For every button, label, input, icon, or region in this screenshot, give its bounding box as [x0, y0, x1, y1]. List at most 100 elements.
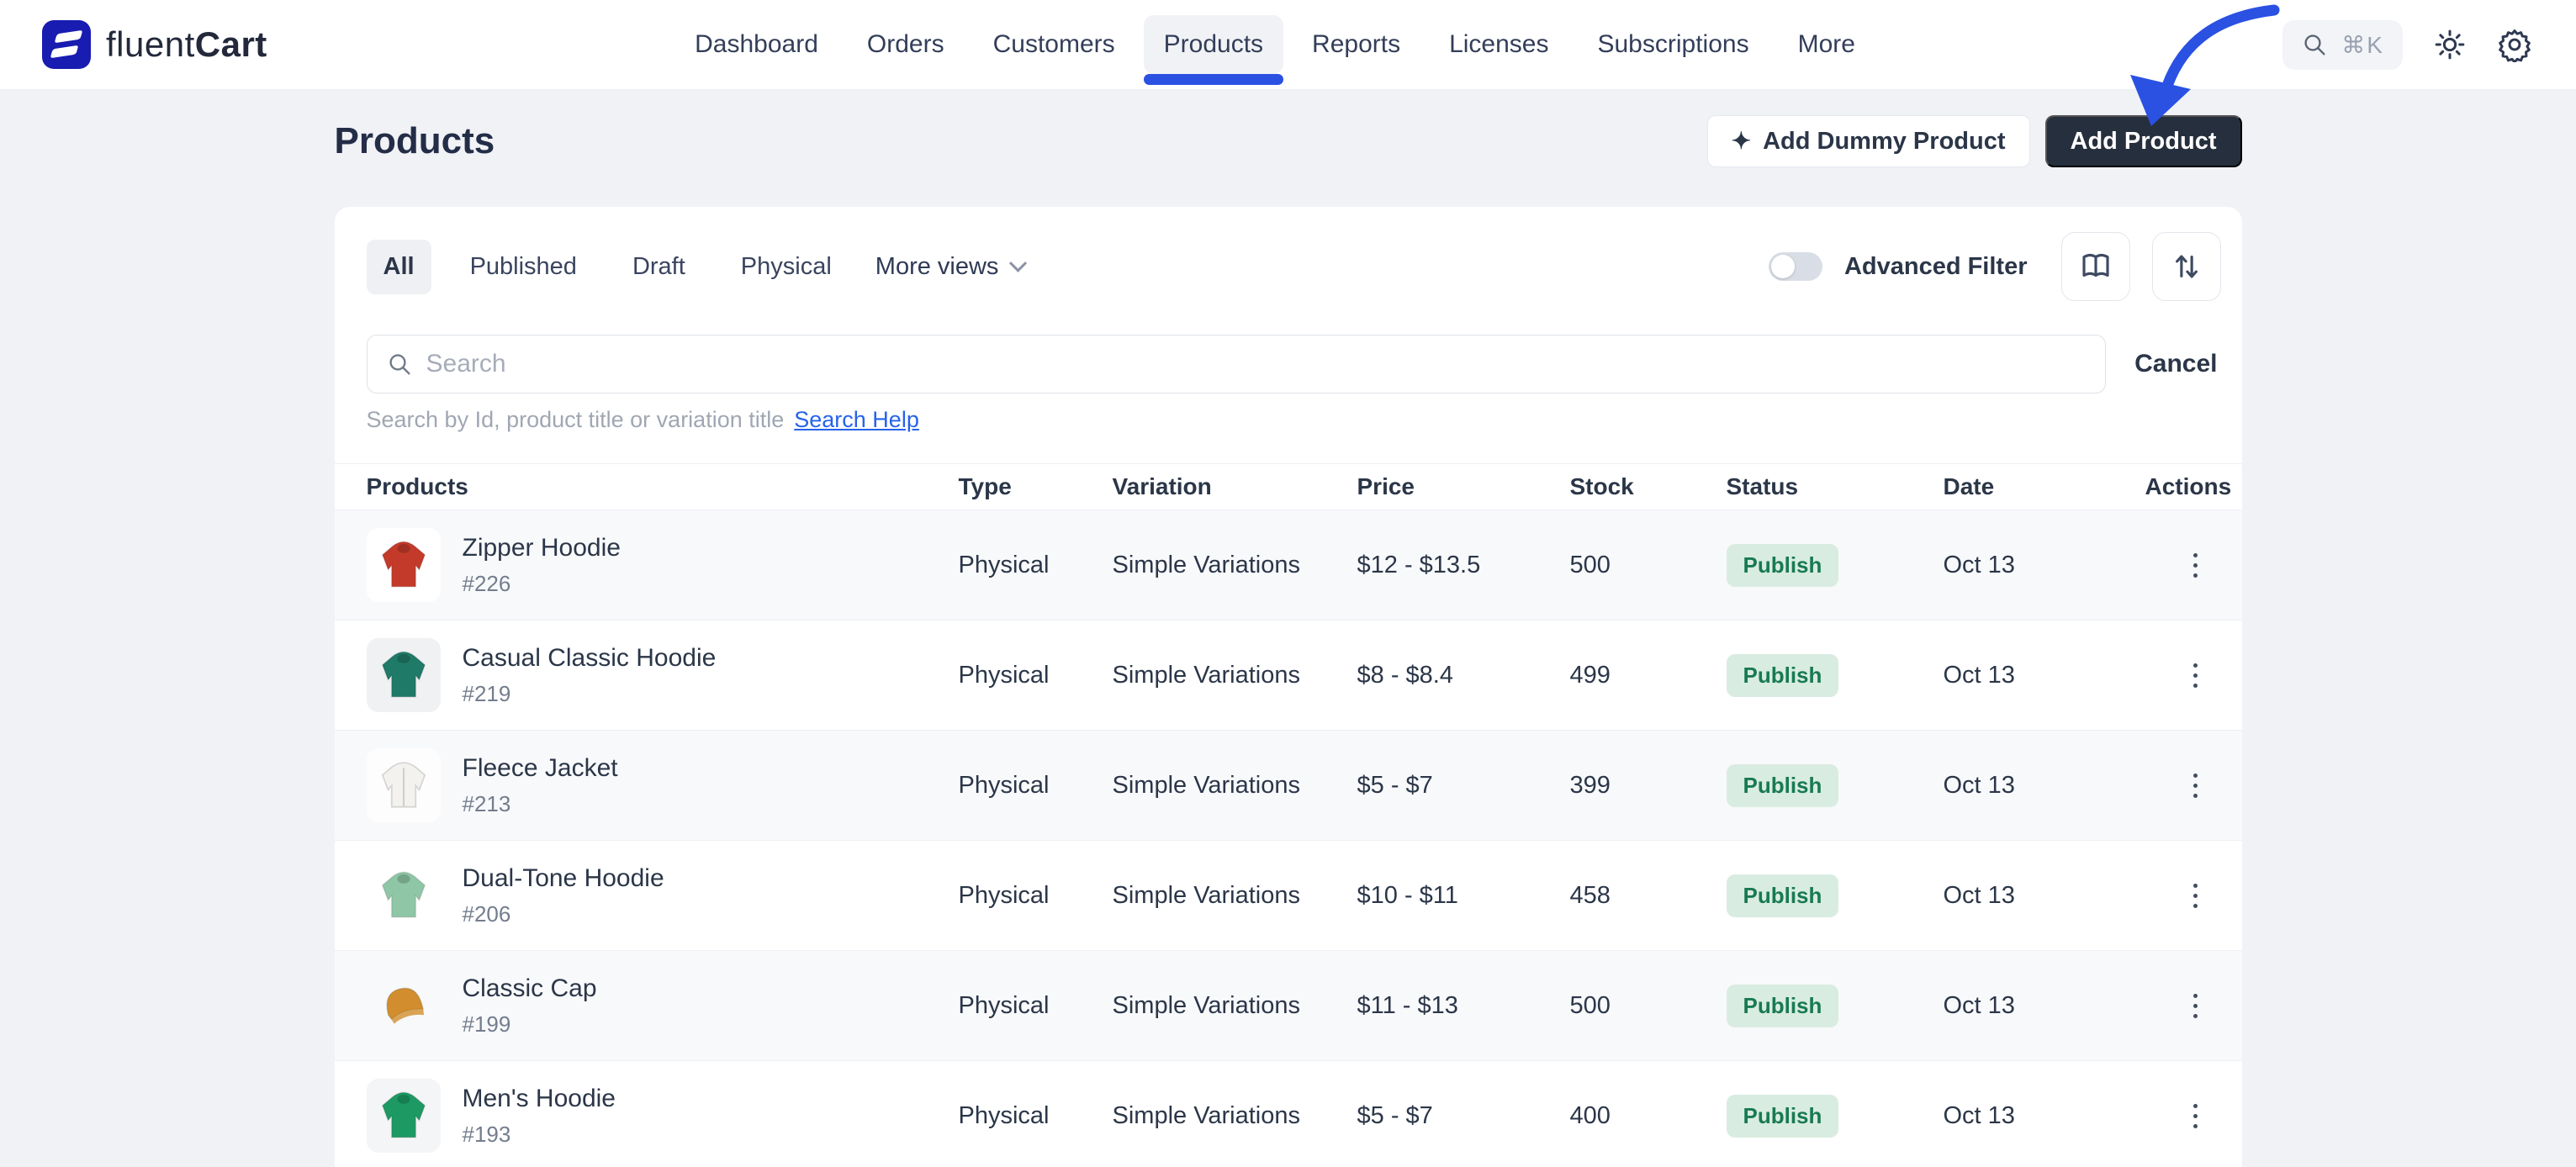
- product-thumbnail: [367, 1079, 441, 1153]
- column-header-stock: Stock: [1570, 473, 1727, 500]
- table-row[interactable]: Casual Classic Hoodie #219 Physical Simp…: [335, 620, 2242, 730]
- type-cell: Physical: [959, 662, 1113, 689]
- more-views-dropdown[interactable]: More views: [870, 240, 1030, 294]
- table-row[interactable]: Zipper Hoodie #226 Physical Simple Varia…: [335, 510, 2242, 620]
- search-helper: Search by Id, product title or variation…: [335, 407, 2242, 433]
- row-actions-menu-button[interactable]: [2177, 538, 2214, 592]
- more-views-label: More views: [875, 253, 999, 281]
- product-id: #226: [463, 571, 621, 597]
- gear-icon: [2497, 27, 2532, 62]
- date-cell: Oct 13: [1944, 772, 2145, 800]
- table-row[interactable]: Men's Hoodie #193 Physical Simple Variat…: [335, 1060, 2242, 1167]
- search-icon: [2301, 31, 2328, 58]
- product-thumbnail: [367, 969, 441, 1043]
- column-header-variation: Variation: [1113, 473, 1357, 500]
- actions-cell: [2145, 648, 2221, 702]
- tab-published[interactable]: Published: [453, 240, 594, 294]
- sort-button[interactable]: [2152, 232, 2221, 301]
- tab-all[interactable]: All: [367, 240, 431, 294]
- actions-cell: [2145, 869, 2221, 922]
- nav-item-orders[interactable]: Orders: [847, 15, 965, 74]
- product-cell: Fleece Jacket #213: [367, 748, 959, 822]
- product-name: Classic Cap: [463, 974, 597, 1003]
- docs-button[interactable]: [2061, 232, 2130, 301]
- date-cell: Oct 13: [1944, 882, 2145, 910]
- products-page: Products ✦ Add Dummy Product Add Product…: [335, 115, 2242, 1167]
- theme-toggle-button[interactable]: [2433, 28, 2467, 61]
- status-badge: Publish: [1727, 1095, 1839, 1138]
- nav-item-subscriptions[interactable]: Subscriptions: [1577, 15, 1769, 74]
- nav-item-label: More: [1798, 30, 1855, 58]
- product-name: Fleece Jacket: [463, 754, 618, 783]
- hoodie-icon: [373, 1083, 435, 1149]
- table-header-row: ProductsTypeVariationPriceStockStatusDat…: [335, 464, 2242, 510]
- search-input[interactable]: [426, 350, 2087, 378]
- column-header-products: Products: [367, 473, 959, 500]
- nav-item-licenses[interactable]: Licenses: [1429, 15, 1568, 74]
- type-cell: Physical: [959, 992, 1113, 1020]
- stock-cell: 400: [1570, 1102, 1727, 1130]
- nav-item-label: Products: [1164, 30, 1263, 58]
- settings-button[interactable]: [2497, 27, 2532, 62]
- page-title: Products: [335, 120, 495, 162]
- product-id: #213: [463, 791, 618, 817]
- table-row[interactable]: Fleece Jacket #213 Physical Simple Varia…: [335, 730, 2242, 840]
- cancel-button[interactable]: Cancel: [2131, 343, 2220, 385]
- add-dummy-product-button[interactable]: ✦ Add Dummy Product: [1707, 115, 2030, 167]
- stock-cell: 458: [1570, 882, 1727, 910]
- type-cell: Physical: [959, 882, 1113, 910]
- nav-item-label: Licenses: [1449, 30, 1548, 58]
- search-icon: [386, 351, 413, 378]
- row-actions-menu-button[interactable]: [2177, 979, 2214, 1032]
- price-cell: $11 - $13: [1357, 992, 1570, 1020]
- tab-physical[interactable]: Physical: [724, 240, 849, 294]
- row-actions-menu-button[interactable]: [2177, 648, 2214, 702]
- book-icon: [2078, 249, 2113, 284]
- product-id: #206: [463, 901, 664, 927]
- row-actions-menu-button[interactable]: [2177, 758, 2214, 812]
- nav-item-label: Reports: [1312, 30, 1400, 58]
- variation-cell: Simple Variations: [1113, 882, 1357, 910]
- type-cell: Physical: [959, 552, 1113, 579]
- tab-draft[interactable]: Draft: [616, 240, 702, 294]
- search-help-link[interactable]: Search Help: [794, 407, 919, 433]
- product-cell: Men's Hoodie #193: [367, 1079, 959, 1153]
- table-row[interactable]: Dual-Tone Hoodie #206 Physical Simple Va…: [335, 840, 2242, 950]
- main-nav: DashboardOrdersCustomers Products Reports L…: [674, 15, 1875, 74]
- global-search-button[interactable]: ⌘K: [2282, 20, 2403, 70]
- page-header-actions: ✦ Add Dummy Product Add Product: [1707, 115, 2242, 167]
- table-row[interactable]: Classic Cap #199 Physical Simple Variati…: [335, 950, 2242, 1060]
- search-row: Cancel: [335, 335, 2242, 393]
- row-actions-menu-button[interactable]: [2177, 869, 2214, 922]
- variation-cell: Simple Variations: [1113, 772, 1357, 800]
- status-cell: Publish: [1727, 874, 1944, 917]
- product-id: #199: [463, 1011, 597, 1038]
- brand-name-light: fluent: [106, 24, 195, 64]
- nav-item-more[interactable]: More: [1778, 15, 1875, 74]
- product-cell: Casual Classic Hoodie #219: [367, 638, 959, 712]
- column-header-type: Type: [959, 473, 1113, 500]
- stock-cell: 500: [1570, 552, 1727, 579]
- product-cell: Classic Cap #199: [367, 969, 959, 1043]
- nav-item-customers[interactable]: Customers: [973, 15, 1135, 74]
- actions-cell: [2145, 1089, 2221, 1143]
- add-product-button[interactable]: Add Product: [2045, 115, 2242, 167]
- price-cell: $12 - $13.5: [1357, 552, 1570, 579]
- nav-item-dashboard[interactable]: Dashboard: [674, 15, 838, 74]
- status-badge: Publish: [1727, 874, 1839, 917]
- filter-bar: AllPublishedDraftPhysical More views Adv…: [335, 232, 2242, 301]
- date-cell: Oct 13: [1944, 992, 2145, 1020]
- add-product-label: Add Product: [2071, 128, 2217, 156]
- date-cell: Oct 13: [1944, 552, 2145, 579]
- nav-item-reports[interactable]: Reports: [1292, 15, 1420, 74]
- stock-cell: 499: [1570, 662, 1727, 689]
- advanced-filter-toggle[interactable]: [1769, 252, 1822, 281]
- row-actions-menu-button[interactable]: [2177, 1089, 2214, 1143]
- nav-item-products[interactable]: Products: [1144, 15, 1283, 74]
- stock-cell: 399: [1570, 772, 1727, 800]
- brand-logo[interactable]: fluentCart: [42, 20, 267, 69]
- product-thumbnail: [367, 748, 441, 822]
- price-cell: $5 - $7: [1357, 1102, 1570, 1130]
- date-cell: Oct 13: [1944, 662, 2145, 689]
- status-cell: Publish: [1727, 1095, 1944, 1138]
